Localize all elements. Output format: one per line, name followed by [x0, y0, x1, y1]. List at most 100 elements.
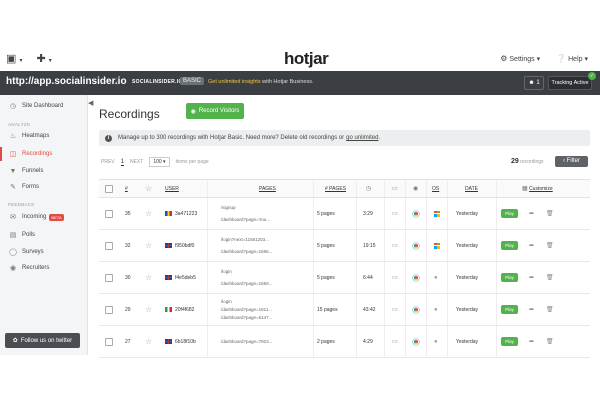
- play-button[interactable]: Play: [501, 209, 518, 218]
- play-button[interactable]: Play: [501, 241, 518, 250]
- header-user[interactable]: USER: [165, 180, 179, 197]
- row-number: 27: [125, 338, 131, 345]
- go-unlimited-link[interactable]: go unlimited: [346, 135, 378, 141]
- star-icon[interactable]: ☆: [145, 273, 152, 282]
- hotjar-logo[interactable]: hotjar: [284, 49, 329, 69]
- row-date: Yesterday: [456, 210, 479, 217]
- header-number[interactable]: #: [125, 180, 128, 197]
- dashboard-icon: ◷: [9, 103, 17, 110]
- star-icon[interactable]: ☆: [145, 305, 152, 314]
- header-date[interactable]: DATE: [465, 180, 478, 197]
- help-label: Help: [568, 56, 583, 63]
- current-page[interactable]: 1: [120, 159, 124, 166]
- table-row[interactable]: 30 ☆ f4e5deb5 /login/dashboard?page=1659…: [99, 262, 590, 294]
- trash-icon[interactable]: 🗑: [546, 338, 554, 345]
- sidebar-item-recruiters[interactable]: ◉ Recruiters: [0, 261, 88, 275]
- form-icon: ✎: [10, 184, 16, 191]
- upsell-link[interactable]: Get unlimited insights: [208, 79, 261, 85]
- follow-twitter-button[interactable]: ✿ Follow us on twitter: [5, 333, 80, 348]
- prev-page-link[interactable]: PREV: [101, 159, 115, 165]
- trash-icon[interactable]: 🗑: [546, 210, 554, 217]
- share-icon[interactable]: ➦: [529, 210, 534, 217]
- share-icon[interactable]: ➦: [529, 274, 534, 281]
- play-button[interactable]: Play: [501, 305, 518, 314]
- next-page-link[interactable]: NEXT: [130, 159, 143, 165]
- header-num-pages[interactable]: # PAGES: [325, 180, 346, 197]
- share-icon[interactable]: ➦: [529, 242, 534, 249]
- trash-icon[interactable]: 🗑: [546, 306, 554, 313]
- row-date: Yesterday: [456, 274, 479, 281]
- row-checkbox[interactable]: [105, 209, 113, 218]
- gear-icon: ⚙: [500, 54, 508, 63]
- page-path: /dashboard?page=6147...: [221, 315, 273, 321]
- filter-button[interactable]: ‹ Filter: [555, 156, 588, 167]
- windows-icon: [434, 210, 440, 217]
- star-icon[interactable]: ☆: [145, 241, 152, 250]
- table-row[interactable]: 27 ☆ 6b18f10b /dashboard?page=7923... 2 …: [99, 326, 590, 358]
- sidebar-item-recordings[interactable]: ◫ Recordings: [0, 147, 88, 161]
- sidebar-item-funnels[interactable]: ▼ Funnels: [0, 164, 88, 178]
- sidebar-item-polls[interactable]: ▤ Polls: [0, 228, 88, 242]
- row-checkbox[interactable]: [105, 305, 113, 314]
- per-page-select[interactable]: 100 ▾: [149, 157, 170, 167]
- row-date: Yesterday: [456, 306, 479, 313]
- settings-menu[interactable]: ⚙ Settings ▾: [500, 54, 540, 63]
- info-text: Manage up to 300 recordings with Hotjar …: [118, 135, 345, 141]
- play-button[interactable]: Play: [501, 337, 518, 346]
- trash-icon[interactable]: 🗑: [546, 274, 554, 281]
- users-button[interactable]: ☻ 1: [524, 76, 544, 90]
- sidebar-item-label: Recruiters: [22, 265, 50, 271]
- survey-icon: ◯: [9, 249, 17, 256]
- checkbox[interactable]: [105, 184, 113, 193]
- sidebar-item-label: Recordings: [22, 151, 53, 157]
- chrome-icon: [413, 210, 419, 217]
- inbox-icon: ✉: [10, 214, 16, 221]
- star-icon[interactable]: ☆: [145, 209, 152, 218]
- customize-columns-button[interactable]: ▦ Customize: [522, 180, 553, 197]
- chrome-icon: [413, 242, 419, 249]
- row-date: Yesterday: [456, 338, 479, 345]
- desktop-icon: ▭: [392, 243, 398, 249]
- sidebar: ◷ Site Dashboard ANALYZE ♨ Heatmaps ◫ Recor…: [0, 95, 88, 355]
- header-pages[interactable]: PAGES: [259, 180, 276, 197]
- row-checkbox[interactable]: [105, 337, 113, 346]
- sidebar-item-incoming[interactable]: ✉ Incoming BETA: [0, 210, 88, 224]
- collapse-sidebar-icon[interactable]: ◀: [88, 99, 93, 107]
- table-row[interactable]: 32 ☆ f950bdf0 /login?next=11561203... /da…: [99, 230, 590, 262]
- record-visitors-button[interactable]: ◉ Record Visitors: [186, 103, 244, 119]
- row-checkbox[interactable]: [105, 273, 113, 282]
- play-button[interactable]: Play: [501, 273, 518, 282]
- share-icon[interactable]: ➦: [529, 338, 534, 345]
- row-checkbox[interactable]: [105, 241, 113, 250]
- sidebar-item-label: Incoming: [22, 214, 47, 220]
- building-icon[interactable]: ▣ ▾: [6, 52, 22, 65]
- sidebar-item-heatmaps[interactable]: ♨ Heatmaps: [0, 129, 88, 143]
- sidebar-item-site-dashboard[interactable]: ◷ Site Dashboard: [0, 99, 88, 113]
- row-pages: /signup/dashboard?page=You...: [221, 198, 270, 229]
- flag-icon: [165, 243, 172, 248]
- info-tail: .: [378, 135, 381, 141]
- device-icon[interactable]: ▭: [392, 180, 398, 197]
- sidebar-item-surveys[interactable]: ◯ Surveys: [0, 245, 88, 259]
- site-url[interactable]: http://app.socialinsider.io: [6, 76, 127, 87]
- plus-icon[interactable]: ✚ ▾: [36, 52, 51, 65]
- twitter-label: Follow us on twitter: [20, 337, 73, 344]
- help-menu[interactable]: ❔ Help ▾: [556, 54, 588, 63]
- browser-globe-icon[interactable]: ◉: [413, 180, 418, 197]
- table-row[interactable]: 29 ☆ 20f4f682 /login/dashboard?page=1811…: [99, 294, 590, 326]
- user-id: f4e5deb5: [175, 274, 196, 281]
- trash-icon[interactable]: 🗑: [546, 242, 554, 249]
- select-all-checkbox[interactable]: [105, 180, 113, 197]
- page-path: /dashboard?page=1656...: [221, 249, 273, 255]
- sidebar-item-forms[interactable]: ✎ Forms: [0, 180, 88, 194]
- row-user: f4e5deb5: [165, 262, 196, 293]
- star-icon[interactable]: ☆: [145, 180, 152, 197]
- tracking-status-button[interactable]: Tracking Active: [548, 76, 592, 90]
- duration-clock-icon[interactable]: ◷: [366, 180, 371, 197]
- share-icon[interactable]: ➦: [529, 306, 534, 313]
- star-icon[interactable]: ☆: [145, 337, 152, 346]
- switch-site-icon[interactable]: ⋮: [113, 77, 121, 86]
- header-os[interactable]: OS: [432, 180, 439, 197]
- row-pages: /dashboard?page=7923...: [221, 326, 272, 357]
- table-row[interactable]: 35 ☆ 3a471223 /signup/dashboard?page=You…: [99, 198, 590, 230]
